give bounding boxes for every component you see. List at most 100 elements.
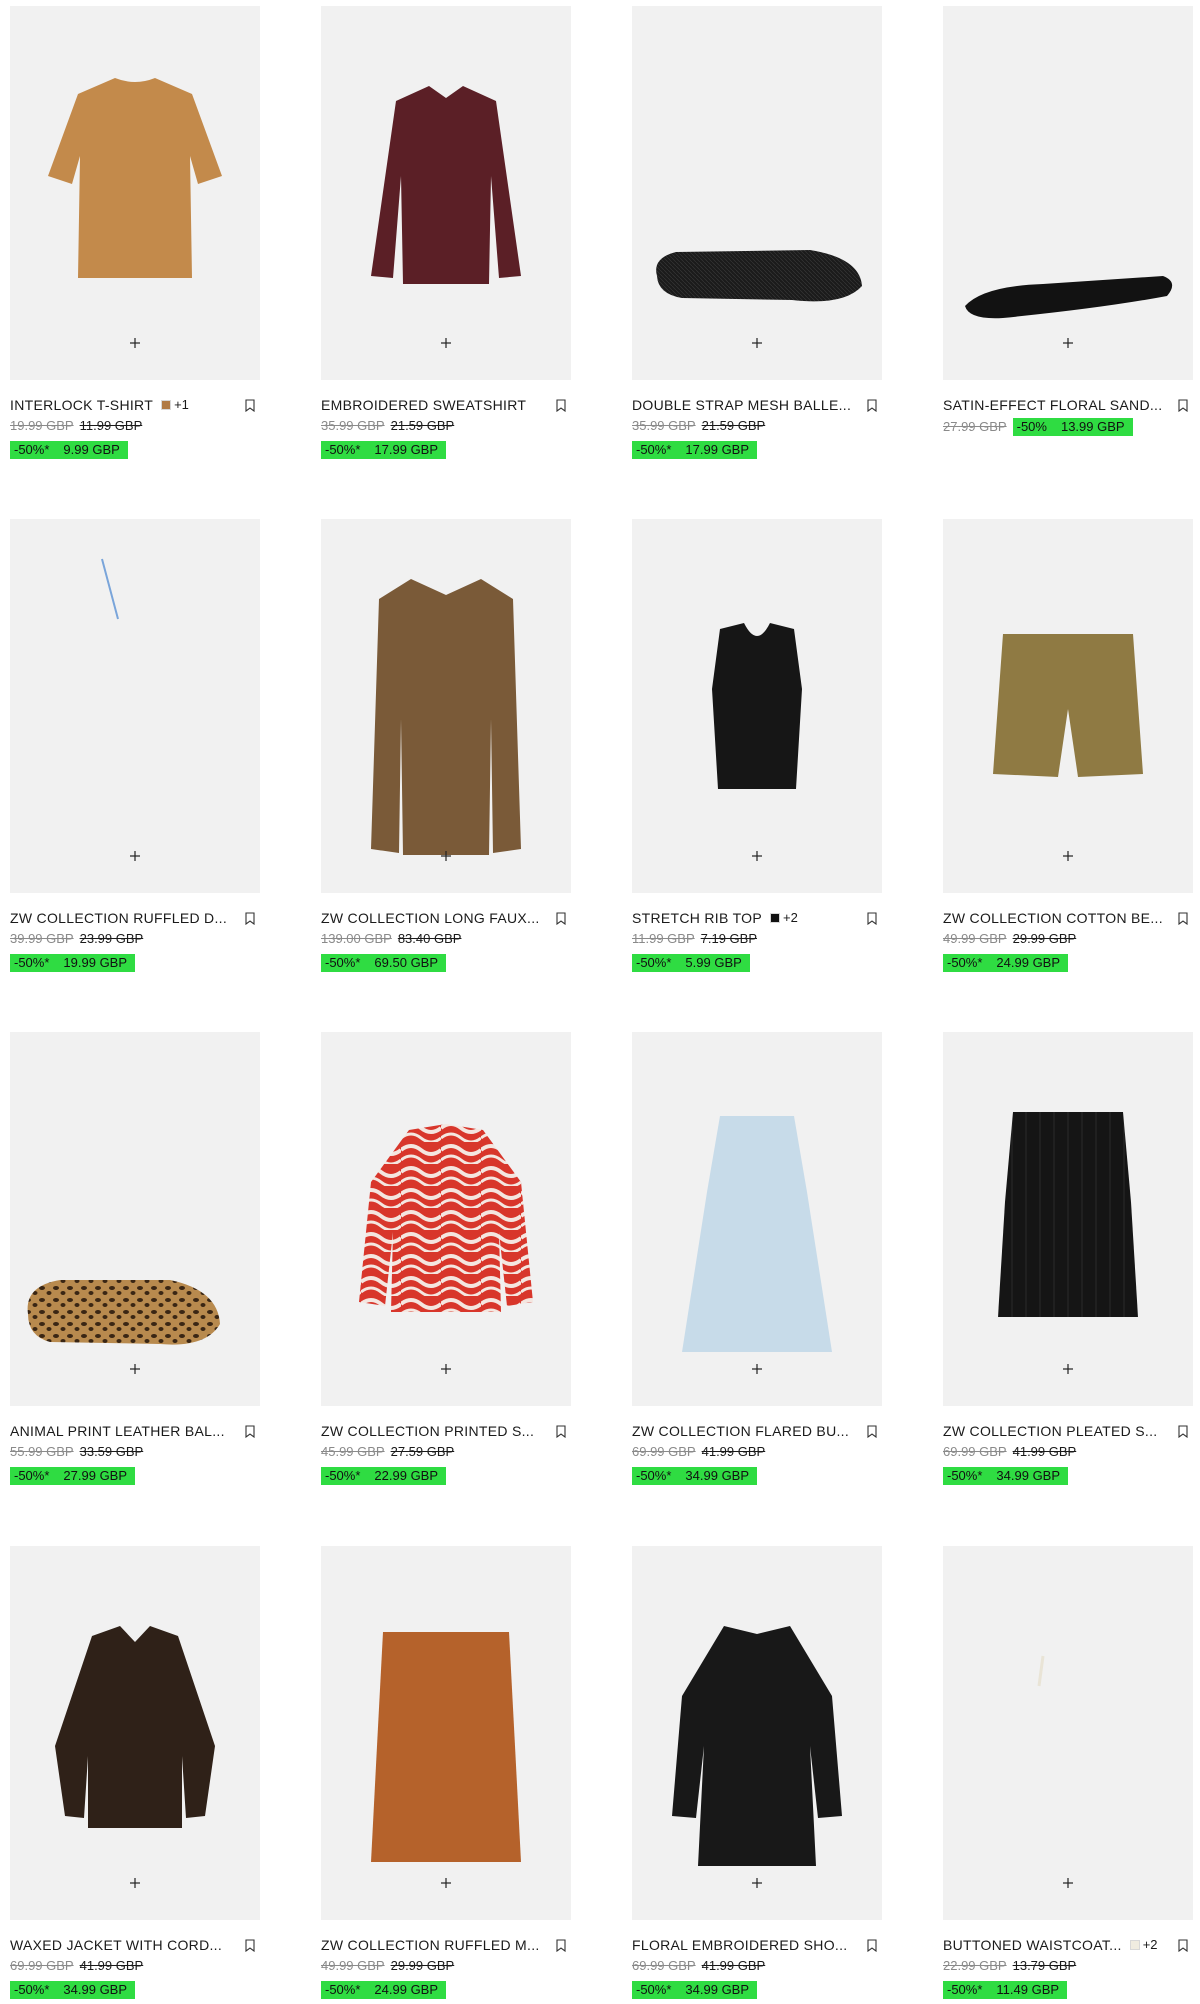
bookmark-icon[interactable] (1177, 399, 1189, 412)
sale-badge: -50%* 17.99 GBP (632, 441, 758, 459)
bookmark-icon[interactable] (866, 1939, 878, 1952)
price-row: 69.99 GBP 41.99 GBP (10, 1958, 143, 1974)
bookmark-icon[interactable] (555, 912, 567, 925)
sale-row: -50%* 34.99 GBP (632, 1467, 758, 1485)
product-image[interactable] (321, 1032, 571, 1406)
sale-price: 34.99 GBP (63, 1982, 128, 1997)
add-to-cart-button[interactable] (123, 331, 147, 355)
product-image[interactable] (321, 519, 571, 893)
bookmark-icon[interactable] (555, 399, 567, 412)
add-to-cart-button[interactable] (434, 1357, 458, 1381)
sale-badge: -50%* 5.99 GBP (632, 954, 750, 972)
add-to-cart-button[interactable] (745, 1871, 769, 1895)
product-name[interactable]: FLORAL EMBROIDERED SHO... (632, 1937, 847, 1953)
product-name[interactable]: ZW COLLECTION PRINTED S... (321, 1423, 534, 1439)
bookmark-icon[interactable] (244, 1425, 256, 1438)
more-colors-count: +1 (174, 397, 189, 412)
bookmark-icon[interactable] (866, 1425, 878, 1438)
previous-price: 83.40 GBP (397, 931, 462, 946)
product-image[interactable] (632, 6, 882, 380)
previous-price: 23.99 GBP (79, 931, 144, 946)
add-to-cart-button[interactable] (1056, 1871, 1080, 1895)
product-title-row: STRETCH RIB TOP +2 (632, 910, 882, 926)
product-name[interactable]: ANIMAL PRINT LEATHER BAL... (10, 1423, 225, 1439)
bookmark-icon[interactable] (1177, 1425, 1189, 1438)
add-to-cart-button[interactable] (123, 1871, 147, 1895)
product-name[interactable]: DOUBLE STRAP MESH BALLE... (632, 397, 851, 413)
plus-icon (441, 851, 451, 861)
price-row: 69.99 GBP 41.99 GBP (943, 1444, 1076, 1460)
previous-price: 41.99 GBP (1012, 1444, 1077, 1459)
product-image[interactable] (943, 1032, 1193, 1406)
product-image[interactable] (321, 6, 571, 380)
product-name[interactable]: BUTTONED WAISTCOAT... (943, 1937, 1122, 1953)
discount-percent: -50%* (325, 1982, 361, 1997)
add-to-cart-button[interactable] (123, 1357, 147, 1381)
product-image[interactable] (943, 6, 1193, 380)
sale-price: 27.99 GBP (63, 1468, 128, 1483)
flared-skirt-image (682, 1116, 832, 1352)
color-swatch[interactable] (1129, 1940, 1140, 1950)
color-swatch[interactable] (161, 400, 172, 410)
discount-percent: -50%* (325, 1468, 361, 1483)
product-name[interactable]: ZW COLLECTION COTTON BE... (943, 910, 1163, 926)
original-price: 69.99 GBP (943, 1444, 1007, 1459)
product-image[interactable] (943, 1546, 1193, 1920)
add-to-cart-button[interactable] (745, 331, 769, 355)
product-name[interactable]: EMBROIDERED SWEATSHIRT (321, 397, 526, 413)
product-name[interactable]: ZW COLLECTION PLEATED S... (943, 1423, 1157, 1439)
bookmark-icon[interactable] (1177, 1939, 1189, 1952)
bookmark-icon[interactable] (244, 912, 256, 925)
product-name[interactable]: WAXED JACKET WITH CORD... (10, 1937, 222, 1953)
add-to-cart-button[interactable] (1056, 844, 1080, 868)
sale-price: 19.99 GBP (63, 955, 128, 970)
add-to-cart-button[interactable] (434, 844, 458, 868)
product-name[interactable]: ZW COLLECTION FLARED BU... (632, 1423, 849, 1439)
plus-icon (752, 851, 762, 861)
product-image[interactable] (321, 1546, 571, 1920)
add-to-cart-button[interactable] (745, 844, 769, 868)
product-name[interactable]: INTERLOCK T-SHIRT (10, 397, 153, 413)
add-to-cart-button[interactable] (1056, 1357, 1080, 1381)
bookmark-icon[interactable] (244, 399, 256, 412)
product-image[interactable] (10, 6, 260, 380)
product-title-row: DOUBLE STRAP MESH BALLE... (632, 397, 882, 413)
rib-top-image (712, 623, 802, 789)
product-name[interactable]: STRETCH RIB TOP (632, 910, 762, 926)
product-name[interactable]: ZW COLLECTION LONG FAUX... (321, 910, 540, 926)
original-price: 55.99 GBP (10, 1444, 74, 1459)
product-image[interactable] (10, 1032, 260, 1406)
bookmark-icon[interactable] (1177, 912, 1189, 925)
product-name[interactable]: SATIN-EFFECT FLORAL SAND... (943, 397, 1162, 413)
add-to-cart-button[interactable] (123, 844, 147, 868)
product-image[interactable] (10, 519, 260, 893)
add-to-cart-button[interactable] (434, 1871, 458, 1895)
price-row: 69.99 GBP 41.99 GBP (632, 1958, 765, 1974)
bookmark-icon[interactable] (866, 399, 878, 412)
bookmark-icon[interactable] (555, 1425, 567, 1438)
leopard-ballet-flat-image (27, 1280, 220, 1345)
product-image[interactable] (632, 1546, 882, 1920)
product-image[interactable] (632, 519, 882, 893)
sale-row: -50%* 11.49 GBP (943, 1981, 1068, 1999)
add-to-cart-button[interactable] (434, 331, 458, 355)
previous-price: 13.79 GBP (1012, 1958, 1077, 1973)
add-to-cart-button[interactable] (1056, 331, 1080, 355)
original-price: 35.99 GBP (632, 418, 696, 433)
original-price: 22.99 GBP (943, 1958, 1007, 1973)
product-image[interactable] (632, 1032, 882, 1406)
sale-badge: -50%* 34.99 GBP (632, 1467, 758, 1485)
product-image[interactable] (943, 519, 1193, 893)
sale-row: -50%* 17.99 GBP (632, 441, 758, 459)
bookmark-icon[interactable] (866, 912, 878, 925)
sale-price: 24.99 GBP (996, 955, 1061, 970)
product-name[interactable]: ZW COLLECTION RUFFLED D... (10, 910, 227, 926)
product-image[interactable] (10, 1546, 260, 1920)
color-swatch[interactable] (770, 913, 781, 923)
add-to-cart-button[interactable] (745, 1357, 769, 1381)
sale-price: 22.99 GBP (374, 1468, 439, 1483)
bookmark-icon[interactable] (244, 1939, 256, 1952)
product-name[interactable]: ZW COLLECTION RUFFLED M... (321, 1937, 540, 1953)
bookmark-icon[interactable] (555, 1939, 567, 1952)
previous-price: 33.59 GBP (79, 1444, 144, 1459)
